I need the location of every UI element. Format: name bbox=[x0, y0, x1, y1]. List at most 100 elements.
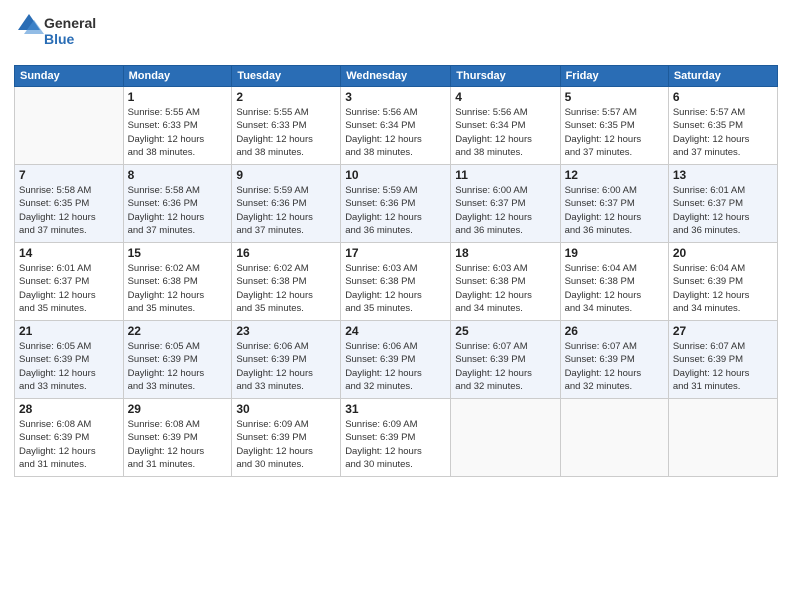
weekday-header-tuesday: Tuesday bbox=[232, 66, 341, 87]
week-row-1: 1 Sunrise: 5:55 AMSunset: 6:33 PMDaylight… bbox=[15, 87, 778, 165]
day-number: 25 bbox=[455, 324, 555, 338]
svg-text:General: General bbox=[44, 15, 96, 31]
calendar-cell: 15 Sunrise: 6:02 AMSunset: 6:38 PMDayligh… bbox=[123, 243, 232, 321]
weekday-header-monday: Monday bbox=[123, 66, 232, 87]
day-info: Sunrise: 6:00 AMSunset: 6:37 PMDaylight:… bbox=[565, 184, 664, 237]
day-info: Sunrise: 6:05 AMSunset: 6:39 PMDaylight:… bbox=[128, 340, 228, 393]
day-info: Sunrise: 5:56 AMSunset: 6:34 PMDaylight:… bbox=[455, 106, 555, 159]
day-number: 23 bbox=[236, 324, 336, 338]
day-info: Sunrise: 5:55 AMSunset: 6:33 PMDaylight:… bbox=[128, 106, 228, 159]
header: General Blue bbox=[14, 10, 778, 57]
calendar-cell: 29 Sunrise: 6:08 AMSunset: 6:39 PMDayligh… bbox=[123, 399, 232, 477]
day-number: 17 bbox=[345, 246, 446, 260]
day-number: 22 bbox=[128, 324, 228, 338]
day-info: Sunrise: 6:01 AMSunset: 6:37 PMDaylight:… bbox=[673, 184, 773, 237]
calendar-cell: 20 Sunrise: 6:04 AMSunset: 6:39 PMDayligh… bbox=[668, 243, 777, 321]
calendar-cell: 26 Sunrise: 6:07 AMSunset: 6:39 PMDayligh… bbox=[560, 321, 668, 399]
day-info: Sunrise: 6:04 AMSunset: 6:39 PMDaylight:… bbox=[673, 262, 773, 315]
svg-text:Blue: Blue bbox=[44, 31, 75, 47]
day-info: Sunrise: 5:59 AMSunset: 6:36 PMDaylight:… bbox=[345, 184, 446, 237]
day-info: Sunrise: 6:06 AMSunset: 6:39 PMDaylight:… bbox=[236, 340, 336, 393]
calendar-cell: 9 Sunrise: 5:59 AMSunset: 6:36 PMDaylight… bbox=[232, 165, 341, 243]
day-number: 15 bbox=[128, 246, 228, 260]
day-number: 30 bbox=[236, 402, 336, 416]
day-number: 1 bbox=[128, 90, 228, 104]
calendar-cell: 8Sunrise: 5:58 AMSunset: 6:36 PMDaylight… bbox=[123, 165, 232, 243]
weekday-header-friday: Friday bbox=[560, 66, 668, 87]
calendar-cell: 12 Sunrise: 6:00 AMSunset: 6:37 PMDayligh… bbox=[560, 165, 668, 243]
day-number: 9 bbox=[236, 168, 336, 182]
calendar-cell: 11Sunrise: 6:00 AMSunset: 6:37 PMDayligh… bbox=[451, 165, 560, 243]
day-info: Sunrise: 6:03 AMSunset: 6:38 PMDaylight:… bbox=[345, 262, 446, 315]
day-number: 13 bbox=[673, 168, 773, 182]
calendar-cell: 30 Sunrise: 6:09 AMSunset: 6:39 PMDayligh… bbox=[232, 399, 341, 477]
day-number: 24 bbox=[345, 324, 446, 338]
logo: General Blue bbox=[14, 10, 124, 57]
day-info: Sunrise: 5:56 AMSunset: 6:34 PMDaylight:… bbox=[345, 106, 446, 159]
day-number: 4 bbox=[455, 90, 555, 104]
calendar-cell: 1 Sunrise: 5:55 AMSunset: 6:33 PMDaylight… bbox=[123, 87, 232, 165]
day-info: Sunrise: 6:07 AMSunset: 6:39 PMDaylight:… bbox=[673, 340, 773, 393]
weekday-header-thursday: Thursday bbox=[451, 66, 560, 87]
day-info: Sunrise: 5:57 AMSunset: 6:35 PMDaylight:… bbox=[673, 106, 773, 159]
calendar-cell: 16 Sunrise: 6:02 AMSunset: 6:38 PMDayligh… bbox=[232, 243, 341, 321]
day-info: Sunrise: 6:05 AMSunset: 6:39 PMDaylight:… bbox=[19, 340, 119, 393]
day-info: Sunrise: 6:06 AMSunset: 6:39 PMDaylight:… bbox=[345, 340, 446, 393]
calendar-cell: 10Sunrise: 5:59 AMSunset: 6:36 PMDayligh… bbox=[341, 165, 451, 243]
day-number: 5 bbox=[565, 90, 664, 104]
day-info: Sunrise: 6:02 AMSunset: 6:38 PMDaylight:… bbox=[236, 262, 336, 315]
day-number: 19 bbox=[565, 246, 664, 260]
day-number: 28 bbox=[19, 402, 119, 416]
calendar-cell bbox=[451, 399, 560, 477]
day-number: 14 bbox=[19, 246, 119, 260]
calendar: SundayMondayTuesdayWednesdayThursdayFrid… bbox=[14, 65, 778, 477]
day-info: Sunrise: 6:09 AMSunset: 6:39 PMDaylight:… bbox=[236, 418, 336, 471]
day-number: 16 bbox=[236, 246, 336, 260]
calendar-cell: 6 Sunrise: 5:57 AMSunset: 6:35 PMDaylight… bbox=[668, 87, 777, 165]
day-number: 27 bbox=[673, 324, 773, 338]
calendar-cell bbox=[668, 399, 777, 477]
calendar-cell: 22 Sunrise: 6:05 AMSunset: 6:39 PMDayligh… bbox=[123, 321, 232, 399]
day-number: 12 bbox=[565, 168, 664, 182]
week-row-4: 21Sunrise: 6:05 AMSunset: 6:39 PMDayligh… bbox=[15, 321, 778, 399]
weekday-header-row: SundayMondayTuesdayWednesdayThursdayFrid… bbox=[15, 66, 778, 87]
calendar-cell: 27 Sunrise: 6:07 AMSunset: 6:39 PMDayligh… bbox=[668, 321, 777, 399]
day-info: Sunrise: 6:02 AMSunset: 6:38 PMDaylight:… bbox=[128, 262, 228, 315]
calendar-cell: 21Sunrise: 6:05 AMSunset: 6:39 PMDayligh… bbox=[15, 321, 124, 399]
week-row-2: 7Sunrise: 5:58 AMSunset: 6:35 PMDaylight… bbox=[15, 165, 778, 243]
calendar-cell: 3 Sunrise: 5:56 AMSunset: 6:34 PMDaylight… bbox=[341, 87, 451, 165]
weekday-header-wednesday: Wednesday bbox=[341, 66, 451, 87]
calendar-cell: 17 Sunrise: 6:03 AMSunset: 6:38 PMDayligh… bbox=[341, 243, 451, 321]
week-row-3: 14 Sunrise: 6:01 AMSunset: 6:37 PMDayligh… bbox=[15, 243, 778, 321]
day-number: 7 bbox=[19, 168, 119, 182]
weekday-header-sunday: Sunday bbox=[15, 66, 124, 87]
day-number: 18 bbox=[455, 246, 555, 260]
logo-svg: General Blue bbox=[14, 10, 124, 52]
calendar-cell: 7Sunrise: 5:58 AMSunset: 6:35 PMDaylight… bbox=[15, 165, 124, 243]
day-info: Sunrise: 6:07 AMSunset: 6:39 PMDaylight:… bbox=[455, 340, 555, 393]
week-row-5: 28 Sunrise: 6:08 AMSunset: 6:39 PMDayligh… bbox=[15, 399, 778, 477]
day-info: Sunrise: 6:08 AMSunset: 6:39 PMDaylight:… bbox=[128, 418, 228, 471]
day-number: 3 bbox=[345, 90, 446, 104]
calendar-cell: 2Sunrise: 5:55 AMSunset: 6:33 PMDaylight… bbox=[232, 87, 341, 165]
day-number: 6 bbox=[673, 90, 773, 104]
day-number: 29 bbox=[128, 402, 228, 416]
calendar-cell: 25 Sunrise: 6:07 AMSunset: 6:39 PMDayligh… bbox=[451, 321, 560, 399]
day-info: Sunrise: 5:57 AMSunset: 6:35 PMDaylight:… bbox=[565, 106, 664, 159]
calendar-cell: 13 Sunrise: 6:01 AMSunset: 6:37 PMDayligh… bbox=[668, 165, 777, 243]
calendar-cell: 18Sunrise: 6:03 AMSunset: 6:38 PMDayligh… bbox=[451, 243, 560, 321]
day-info: Sunrise: 6:07 AMSunset: 6:39 PMDaylight:… bbox=[565, 340, 664, 393]
calendar-cell: 14 Sunrise: 6:01 AMSunset: 6:37 PMDayligh… bbox=[15, 243, 124, 321]
day-info: Sunrise: 6:01 AMSunset: 6:37 PMDaylight:… bbox=[19, 262, 119, 315]
calendar-cell: 31Sunrise: 6:09 AMSunset: 6:39 PMDayligh… bbox=[341, 399, 451, 477]
day-info: Sunrise: 5:59 AMSunset: 6:36 PMDaylight:… bbox=[236, 184, 336, 237]
calendar-cell: 28 Sunrise: 6:08 AMSunset: 6:39 PMDayligh… bbox=[15, 399, 124, 477]
calendar-cell: 5 Sunrise: 5:57 AMSunset: 6:35 PMDaylight… bbox=[560, 87, 668, 165]
day-info: Sunrise: 5:58 AMSunset: 6:36 PMDaylight:… bbox=[128, 184, 228, 237]
day-number: 20 bbox=[673, 246, 773, 260]
calendar-cell bbox=[15, 87, 124, 165]
day-info: Sunrise: 5:55 AMSunset: 6:33 PMDaylight:… bbox=[236, 106, 336, 159]
day-info: Sunrise: 6:08 AMSunset: 6:39 PMDaylight:… bbox=[19, 418, 119, 471]
day-number: 31 bbox=[345, 402, 446, 416]
day-number: 26 bbox=[565, 324, 664, 338]
